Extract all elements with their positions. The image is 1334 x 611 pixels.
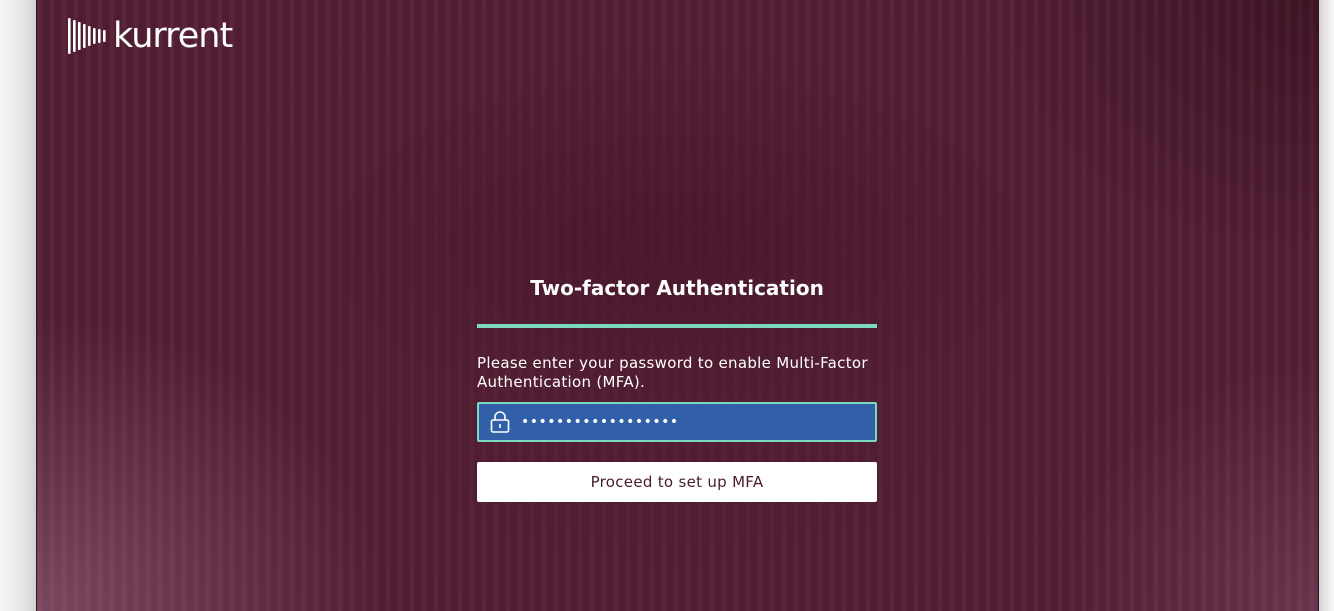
proceed-to-mfa-button[interactable]: Proceed to set up MFA xyxy=(477,462,877,502)
mfa-description: Please enter your password to enable Mul… xyxy=(477,354,868,391)
desktop-background-right xyxy=(1318,0,1334,611)
password-field[interactable] xyxy=(477,402,877,442)
desktop-background-left xyxy=(0,0,37,611)
password-input[interactable] xyxy=(521,404,875,440)
brand-name: kurrent xyxy=(113,16,233,56)
accent-divider xyxy=(477,324,877,328)
login-window: kurrent Two-factor Authentication Please… xyxy=(37,0,1318,611)
brand-logo: kurrent xyxy=(67,16,233,56)
lock-icon xyxy=(490,411,510,433)
page-title: Two-factor Authentication xyxy=(530,276,824,300)
mfa-card: Two-factor Authentication Please enter y… xyxy=(477,270,877,502)
kurrent-wave-logo-icon xyxy=(68,18,106,54)
